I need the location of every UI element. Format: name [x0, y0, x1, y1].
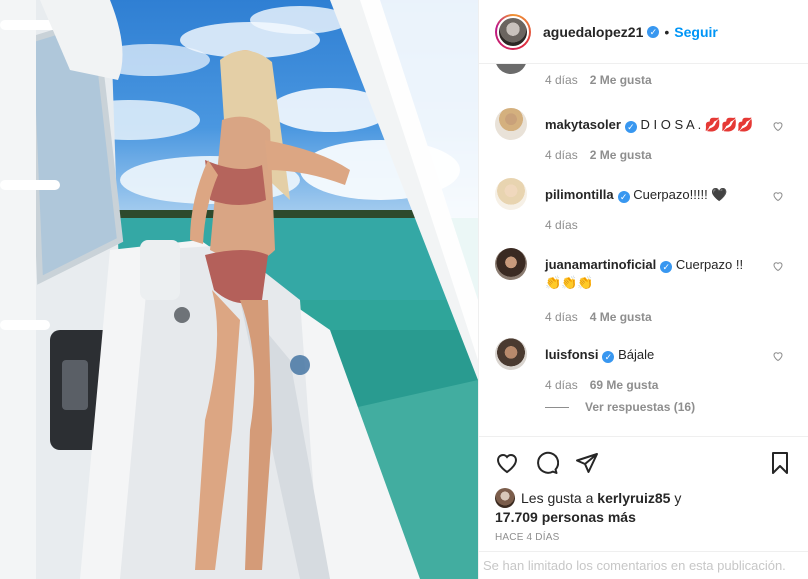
comment-meta: 4 días 4 Me gusta: [545, 310, 652, 324]
comment-item: makytasoler ✓ D I O S A . 💋💋💋 4 días 2 Me …: [495, 108, 792, 168]
comment-text: D I O S A . 💋💋💋: [640, 117, 754, 132]
likes-conjunction: y: [674, 490, 682, 506]
likes-prefix: Les gusta a: [521, 490, 594, 506]
comment-heart-icon[interactable]: [772, 260, 784, 272]
comment-username[interactable]: juanamartinoficial: [545, 257, 656, 272]
comment-body: luisfonsi ✓ Bájale: [545, 346, 762, 364]
comment-time: 4 días: [545, 73, 578, 87]
comment-item: pilimontilla ✓ Cuerpazo!!!!! 🖤 4 días: [495, 178, 792, 238]
comment-time: 4 días: [545, 218, 578, 232]
author-username[interactable]: aguedalopez21: [543, 24, 643, 40]
comment-heart-icon[interactable]: [772, 350, 784, 362]
comment-avatar[interactable]: [495, 338, 527, 370]
verified-badge-icon: ✓: [617, 191, 630, 203]
comment-likes[interactable]: 2 Me gusta: [590, 73, 652, 87]
separator-dot: •: [664, 23, 670, 40]
verified-badge-icon: ✓: [602, 351, 615, 363]
comment-time: 4 días: [545, 310, 578, 324]
comment-avatar[interactable]: [495, 248, 527, 280]
comment-likes[interactable]: 2 Me gusta: [590, 148, 652, 162]
comment-text: Bájale: [618, 347, 655, 362]
comment-username[interactable]: makytasoler: [545, 117, 621, 132]
beach-boat-photo: [0, 0, 478, 579]
heart-icon[interactable]: [495, 451, 519, 475]
comment-body: juanamartinoficial ✓ Cuerpazo !! 👏👏👏: [545, 256, 762, 292]
share-icon[interactable]: [575, 451, 599, 475]
comment-item: juanamartinoficial ✓ Cuerpazo !! 👏👏👏 4 dí…: [495, 248, 792, 328]
comment-meta: 4 días 69 Me gusta: [545, 378, 658, 392]
instagram-post: aguedalopez21 ✓ • Seguir 4 días 2 Me gust…: [0, 0, 808, 579]
post-photo[interactable]: [0, 0, 478, 579]
likes-summary: Les gusta a kerlyruiz85 y 17.709 persona…: [479, 488, 808, 526]
comment-item: luisfonsi ✓ Bájale 4 días 69 Me gusta: [495, 338, 792, 398]
comment-avatar[interactable]: [495, 108, 527, 140]
comment-heart-icon[interactable]: [772, 190, 784, 202]
comment-likes[interactable]: 4 Me gusta: [590, 310, 652, 324]
liker-username[interactable]: kerlyruiz85: [597, 490, 670, 506]
comments-list[interactable]: 4 días 2 Me gusta makytasoler ✓ D I O S A …: [479, 64, 808, 436]
comment-time: 4 días: [545, 378, 578, 392]
post-date[interactable]: HACE 4 DÍAS: [479, 526, 808, 543]
verified-badge-icon: ✓: [660, 261, 673, 273]
bookmark-icon[interactable]: [768, 451, 792, 475]
likes-count[interactable]: 17.709 personas más: [495, 509, 636, 525]
comment-icon[interactable]: [535, 451, 559, 475]
author-avatar[interactable]: [495, 13, 531, 50]
comment-username[interactable]: luisfonsi: [545, 347, 598, 362]
comment-meta: 4 días 2 Me gusta: [545, 73, 652, 87]
comment-likes[interactable]: 69 Me gusta: [590, 378, 659, 392]
post-header: aguedalopez21 ✓ • Seguir: [479, 0, 808, 64]
view-replies-button[interactable]: Ver respuestas (16): [545, 400, 695, 414]
comment-time: 4 días: [545, 148, 578, 162]
comment-item: 4 días 2 Me gusta: [495, 64, 792, 96]
action-bar: [479, 436, 808, 488]
comment-body: makytasoler ✓ D I O S A . 💋💋💋: [545, 116, 762, 134]
comments-limited-notice: Se han limitado los comentarios en esta …: [479, 551, 808, 579]
comment-meta: 4 días 2 Me gusta: [545, 148, 652, 162]
comment-body: pilimontilla ✓ Cuerpazo!!!!! 🖤: [545, 186, 762, 204]
verified-badge-icon: ✓: [624, 121, 637, 133]
post-side-panel: aguedalopez21 ✓ • Seguir 4 días 2 Me gust…: [478, 0, 808, 579]
follow-button[interactable]: Seguir: [674, 24, 718, 40]
verified-badge-icon: ✓: [647, 25, 660, 38]
view-replies-label: Ver respuestas (16): [585, 400, 696, 414]
liker-avatar[interactable]: [495, 488, 515, 508]
comment-username[interactable]: pilimontilla: [545, 187, 614, 202]
replies-divider-line: [545, 406, 569, 408]
comment-avatar[interactable]: [495, 178, 527, 210]
comment-meta: 4 días: [545, 218, 578, 232]
comment-avatar[interactable]: [495, 64, 527, 74]
comment-heart-icon[interactable]: [772, 120, 784, 132]
comment-text: Cuerpazo!!!!! 🖤: [633, 187, 728, 202]
